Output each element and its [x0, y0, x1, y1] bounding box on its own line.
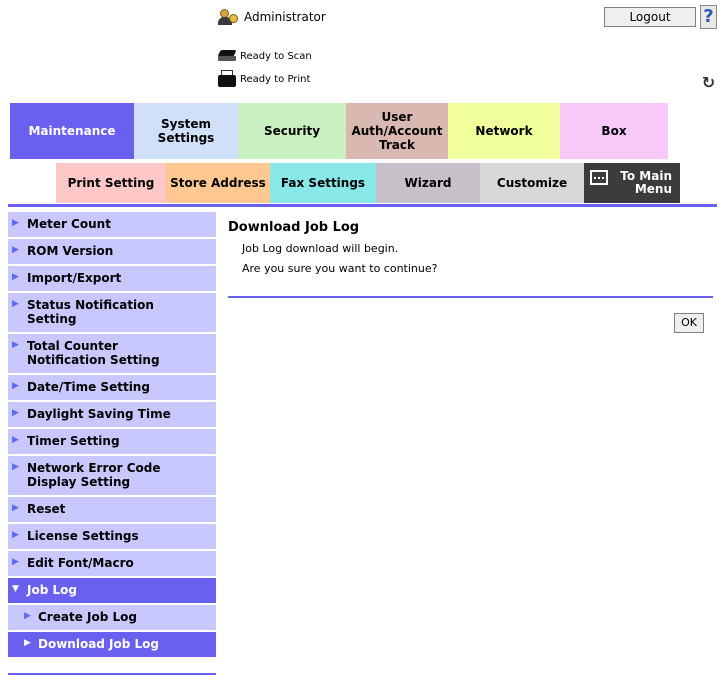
to-main-menu-button[interactable]: To Main Menu [584, 163, 680, 203]
triangle-right-icon: ▶ [12, 530, 19, 540]
main-menu-icon [590, 170, 608, 185]
to-main-menu-label: To Main Menu [620, 169, 672, 196]
tab-network[interactable]: Network [448, 103, 560, 159]
user-info: Administrator [218, 7, 326, 27]
sidebar-item-label: Status Notification Setting [27, 298, 154, 326]
sidebar-item-total-counter-notification-setting[interactable]: ▶ Total Counter Notification Setting [8, 334, 216, 375]
scan-status-text: Ready to Scan [240, 50, 312, 62]
message-line-2: Are you sure you want to continue? [242, 262, 438, 275]
page-title: Download Job Log [228, 220, 360, 235]
tab-maintenance[interactable]: Maintenance [10, 103, 134, 159]
sidebar-item-license-settings[interactable]: ▶ License Settings [8, 524, 216, 551]
administrator-icon [218, 8, 238, 26]
triangle-right-icon: ▶ [24, 611, 31, 621]
tab-store-address[interactable]: Store Address [166, 163, 270, 203]
tab-user-auth-account-track[interactable]: User Auth/Account Track [346, 103, 448, 159]
main-tabs: Maintenance System Settings Security Use… [10, 103, 668, 159]
sidebar-item-date-time-setting[interactable]: ▶ Date/Time Setting [8, 375, 216, 402]
triangle-right-icon: ▶ [12, 218, 19, 228]
sidebar-item-label: Meter Count [27, 217, 111, 231]
triangle-right-icon: ▶ [24, 638, 31, 648]
sidebar-item-label: Import/Export [27, 271, 122, 285]
triangle-right-icon: ▶ [12, 381, 19, 391]
sidebar-subitem-download-job-log[interactable]: ▶ Download Job Log [8, 632, 216, 659]
triangle-right-icon: ▶ [12, 340, 19, 350]
sidebar-item-label: Timer Setting [27, 434, 120, 448]
sidebar-item-label: License Settings [27, 529, 139, 543]
sidebar-item-label: Daylight Saving Time [27, 407, 171, 421]
triangle-right-icon: ▶ [12, 299, 19, 309]
triangle-right-icon: ▶ [12, 462, 19, 472]
sidebar-item-status-notification-setting[interactable]: ▶ Status Notification Setting [8, 293, 216, 334]
sidebar-item-label: ROM Version [27, 244, 114, 258]
sidebar-bottom-divider [8, 673, 216, 675]
triangle-right-icon: ▶ [12, 408, 19, 418]
tab-print-setting[interactable]: Print Setting [56, 163, 166, 203]
sidebar-item-reset[interactable]: ▶ Reset [8, 497, 216, 524]
sidebar: ▶ Meter Count ▶ ROM Version ▶ Import/Export… [8, 212, 216, 659]
sidebar-item-daylight-saving-time[interactable]: ▶ Daylight Saving Time [8, 402, 216, 429]
refresh-button[interactable]: ↻ [700, 74, 717, 92]
sidebar-item-meter-count[interactable]: ▶ Meter Count [8, 212, 216, 239]
triangle-right-icon: ▶ [12, 272, 19, 282]
triangle-right-icon: ▶ [12, 503, 19, 513]
sub-tabs: Print Setting Store Address Fax Settings… [56, 163, 680, 203]
triangle-down-icon: ▼ [12, 584, 19, 594]
ok-button[interactable]: OK [674, 313, 704, 333]
print-status-text: Ready to Print [240, 73, 311, 85]
help-icon: ? [703, 6, 714, 27]
tab-fax-settings[interactable]: Fax Settings [270, 163, 376, 203]
sidebar-item-label: Network Error Code Display Setting [27, 461, 161, 489]
tab-customize[interactable]: Customize [480, 163, 584, 203]
sidebar-item-label: Edit Font/Macro [27, 556, 134, 570]
tab-box[interactable]: Box [560, 103, 668, 159]
message-line-1: Job Log download will begin. [242, 242, 399, 255]
refresh-icon: ↻ [701, 74, 716, 92]
scan-status: Ready to Scan [217, 47, 312, 65]
scanner-icon [217, 50, 237, 62]
sidebar-item-label: Create Job Log [38, 610, 137, 624]
sidebar-item-edit-font-macro[interactable]: ▶ Edit Font/Macro [8, 551, 216, 578]
sidebar-item-label: Reset [27, 502, 66, 516]
sidebar-item-import-export[interactable]: ▶ Import/Export [8, 266, 216, 293]
content-divider [228, 296, 713, 298]
print-status: Ready to Print [218, 70, 310, 88]
tab-security[interactable]: Security [238, 103, 346, 159]
triangle-right-icon: ▶ [12, 557, 19, 567]
sidebar-item-label: Job Log [27, 583, 77, 597]
sidebar-item-job-log[interactable]: ▼ Job Log [8, 578, 216, 605]
tab-wizard[interactable]: Wizard [376, 163, 480, 203]
triangle-right-icon: ▶ [12, 435, 19, 445]
sidebar-subitem-create-job-log[interactable]: ▶ Create Job Log [8, 605, 216, 632]
sidebar-item-rom-version[interactable]: ▶ ROM Version [8, 239, 216, 266]
sidebar-item-label: Download Job Log [38, 637, 160, 651]
triangle-right-icon: ▶ [12, 245, 19, 255]
sidebar-item-label: Total Counter Notification Setting [27, 339, 160, 367]
divider [8, 204, 717, 207]
user-name: Administrator [244, 10, 326, 24]
sidebar-item-timer-setting[interactable]: ▶ Timer Setting [8, 429, 216, 456]
sidebar-item-network-error-code-display-setting[interactable]: ▶ Network Error Code Display Setting [8, 456, 216, 497]
printer-icon [218, 70, 236, 88]
sidebar-item-label: Date/Time Setting [27, 380, 150, 394]
logout-button[interactable]: Logout [604, 7, 696, 27]
tab-system-settings[interactable]: System Settings [134, 103, 238, 159]
help-button[interactable]: ? [700, 5, 717, 29]
